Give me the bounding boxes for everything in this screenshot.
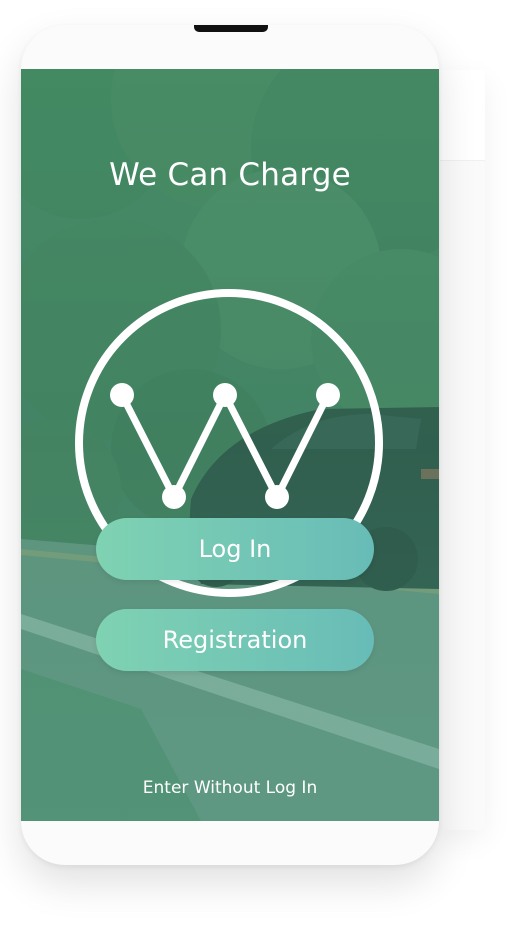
background-device-header xyxy=(440,70,485,161)
welcome-screen: We Can Charge Log In Registration Enter … xyxy=(21,69,439,821)
app-title: We Can Charge xyxy=(109,157,351,193)
phone-frame: We Can Charge Log In Registration Enter … xyxy=(21,25,439,865)
phone-notch xyxy=(194,25,268,32)
login-button[interactable]: Log In xyxy=(96,518,374,580)
registration-button[interactable]: Registration xyxy=(96,609,374,671)
enter-without-login-link[interactable]: Enter Without Log In xyxy=(21,778,439,798)
mockup-stage: We Can Charge Log In Registration Enter … xyxy=(0,0,507,928)
background-device xyxy=(440,70,485,830)
